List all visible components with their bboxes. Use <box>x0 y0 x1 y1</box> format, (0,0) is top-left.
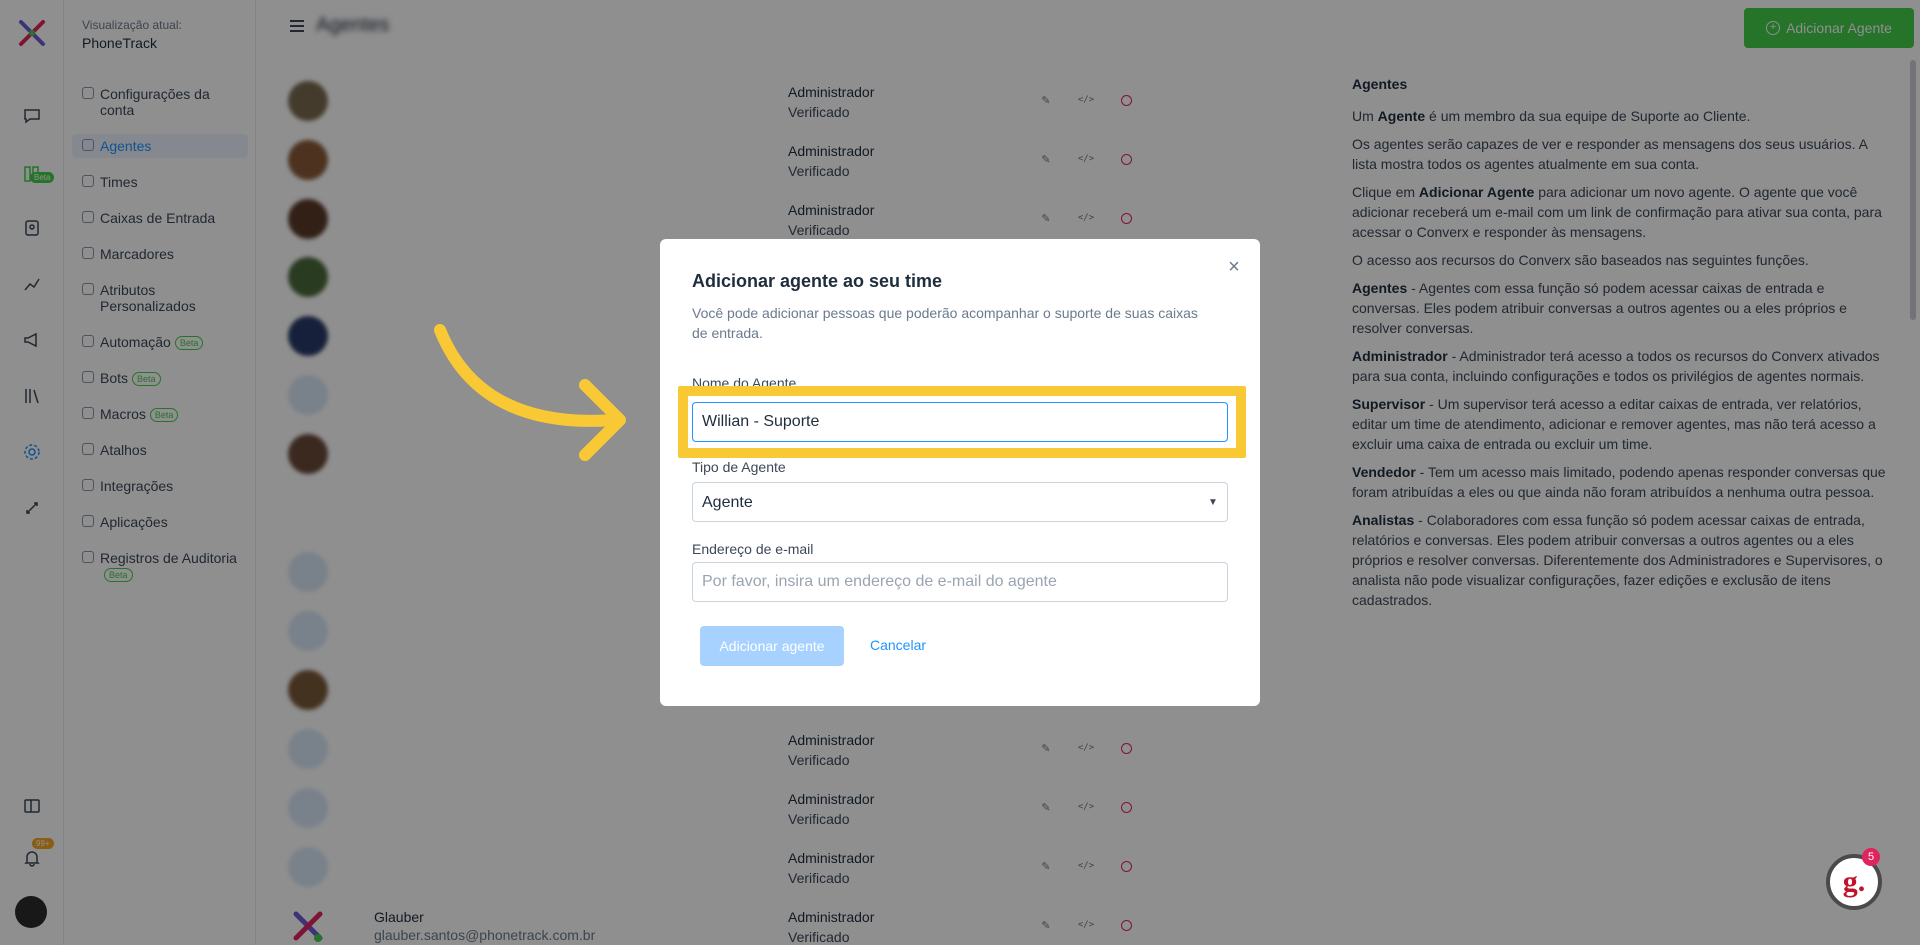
cancel-button[interactable]: Cancelar <box>870 637 926 653</box>
modal-description: Você pode adicionar pessoas que poderão … <box>692 305 1198 341</box>
email-field[interactable] <box>692 562 1228 602</box>
agent-type-label: Tipo de Agente <box>692 459 786 475</box>
add-agent-modal: × Adicionar agente ao seu time Você pode… <box>660 239 1260 706</box>
arrow-annotation-icon <box>434 324 626 461</box>
close-icon[interactable]: × <box>1224 257 1244 277</box>
chevron-down-icon: ▼ <box>1208 497 1218 508</box>
submit-add-agent-button[interactable]: Adicionar agente <box>700 626 844 666</box>
email-label: Endereço de e-mail <box>692 541 814 557</box>
agent-type-select[interactable]: Agente <box>692 482 1228 522</box>
modal-title: Adicionar agente ao seu time <box>692 271 943 291</box>
help-widget-badge: 5 <box>1862 848 1880 866</box>
highlight-box <box>678 386 1246 458</box>
